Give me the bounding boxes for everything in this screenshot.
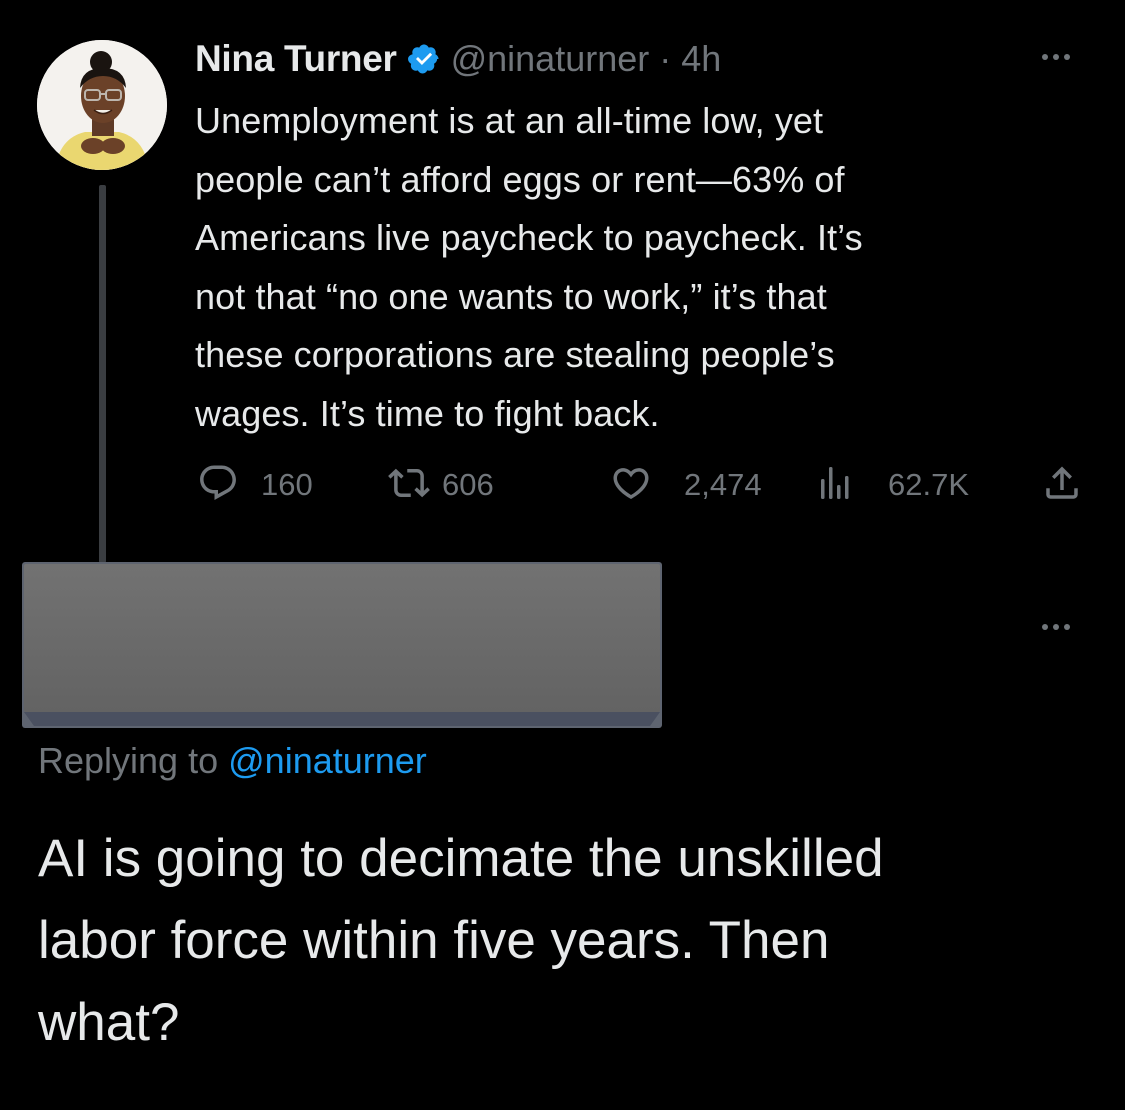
reply-count: 160 [261, 467, 313, 502]
replying-to-handle[interactable]: @ninaturner [228, 740, 427, 781]
views-count: 62.7K [888, 467, 970, 502]
share-action[interactable] [1041, 460, 1083, 510]
more-options-icon[interactable] [1042, 54, 1070, 60]
verified-badge-icon [407, 42, 441, 76]
like-icon[interactable] [610, 462, 652, 509]
views-action[interactable]: 62.7K [815, 460, 969, 510]
avatar[interactable] [37, 40, 167, 170]
retweet-count: 606 [442, 467, 494, 502]
retweet-action[interactable]: 606 [388, 460, 494, 510]
retweet-icon[interactable] [388, 462, 430, 509]
redacted-author-block [22, 562, 662, 728]
share-icon[interactable] [1041, 462, 1083, 509]
tweet-header: Nina Turner @ninaturner · 4h [195, 34, 721, 84]
reply-text: AI is going to decimate the unskilled la… [38, 829, 884, 1052]
replying-to-line: Replying to @ninaturner [38, 740, 427, 782]
views-icon[interactable] [815, 463, 855, 508]
author-handle-time[interactable]: @ninaturner · 4h [451, 38, 722, 80]
tweet-action-bar: 160 606 2,474 62.7K [0, 460, 1125, 510]
like-count: 2,474 [684, 467, 762, 502]
like-action[interactable]: 2,474 [610, 460, 762, 510]
reply-more-options-icon[interactable] [1042, 624, 1070, 630]
tweet-text: Unemployment is at an all-time low, yet … [195, 100, 863, 434]
author-name[interactable]: Nina Turner [195, 38, 397, 80]
replying-to-label: Replying to [38, 740, 219, 781]
reply-icon[interactable] [197, 462, 239, 509]
reply-action[interactable]: 160 [197, 460, 313, 510]
